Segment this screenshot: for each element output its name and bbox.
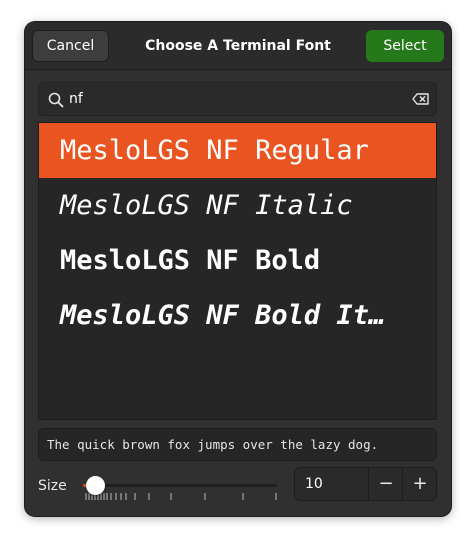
search-input[interactable]: nf bbox=[69, 83, 83, 115]
slider-knob[interactable] bbox=[86, 476, 105, 495]
dialog-header: Cancel Choose A Terminal Font Select bbox=[25, 22, 451, 70]
size-spinbutton[interactable]: 10 − + bbox=[294, 467, 437, 501]
font-list-item-bold-italic[interactable]: MesloLGS NF Bold It… bbox=[39, 288, 436, 343]
size-value-input[interactable]: 10 bbox=[305, 468, 323, 500]
search-icon bbox=[47, 91, 65, 109]
slider-track[interactable] bbox=[83, 484, 277, 487]
size-slider[interactable] bbox=[83, 474, 279, 504]
search-field[interactable]: nf bbox=[38, 82, 437, 116]
font-list: MesloLGS NF Regular MesloLGS NF Italic M… bbox=[38, 122, 437, 420]
dialog-title: Choose A Terminal Font bbox=[145, 38, 331, 54]
slider-ticks bbox=[85, 493, 277, 500]
select-button[interactable]: Select bbox=[366, 30, 444, 62]
backspace-clear-icon[interactable] bbox=[412, 91, 430, 107]
size-label: Size bbox=[38, 478, 67, 494]
decrease-size-button[interactable]: − bbox=[368, 468, 403, 500]
font-list-item-bold[interactable]: MesloLGS NF Bold bbox=[39, 233, 436, 288]
increase-size-button[interactable]: + bbox=[402, 468, 437, 500]
cancel-button[interactable]: Cancel bbox=[32, 30, 109, 62]
font-preview-text[interactable]: The quick brown fox jumps over the lazy … bbox=[38, 428, 437, 461]
font-list-item-regular[interactable]: MesloLGS NF Regular bbox=[39, 123, 436, 178]
font-chooser-dialog: Cancel Choose A Terminal Font Select nf … bbox=[25, 22, 451, 516]
font-list-item-italic[interactable]: MesloLGS NF Italic bbox=[39, 178, 436, 233]
